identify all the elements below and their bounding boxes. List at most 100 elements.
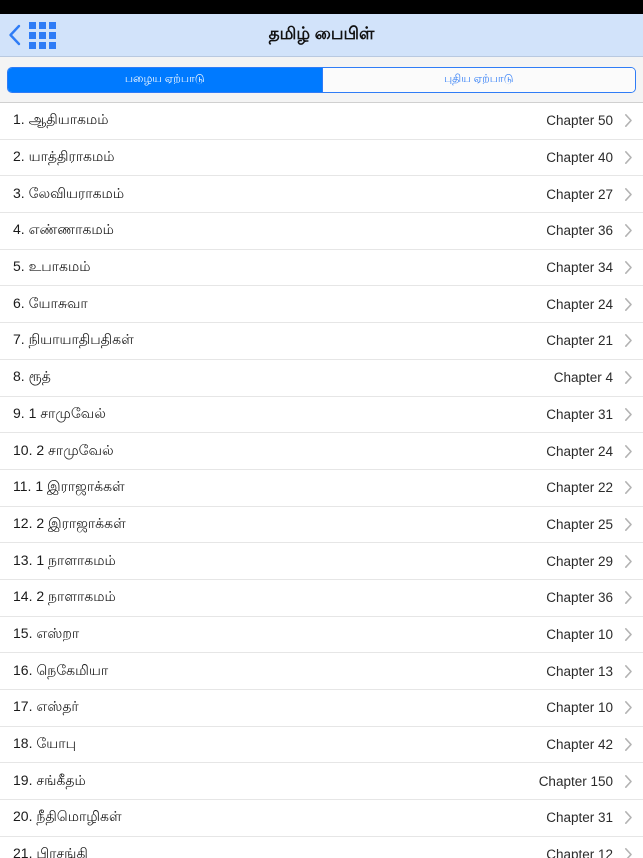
nav-left-controls xyxy=(0,14,56,56)
book-name: 13. 1 நாளாகமம் xyxy=(13,551,116,568)
book-row[interactable]: 4. எண்ணாகமம் Chapter 36 xyxy=(0,213,643,250)
chevron-right-icon xyxy=(624,811,632,825)
book-name: 18. யோபு xyxy=(13,735,77,752)
book-row[interactable]: 20. நீதிமொழிகள் Chapter 31 xyxy=(0,800,643,837)
book-row[interactable]: 21. பிரசங்கி Chapter 12 xyxy=(0,836,643,858)
chapter-count: Chapter 24 xyxy=(546,296,613,312)
book-name: 10. 2 சாமுவேல் xyxy=(13,441,114,458)
chapter-count: Chapter 10 xyxy=(546,700,613,716)
book-name: 9. 1 சாமுவேல் xyxy=(13,404,106,421)
chapter-count: Chapter 12 xyxy=(546,847,613,858)
book-name: 1. ஆதியாகமம் xyxy=(13,111,109,128)
book-name: 19. சங்கீதம் xyxy=(13,771,86,788)
chapter-count: Chapter 10 xyxy=(546,626,613,642)
book-row[interactable]: 7. நியாயாதிபதிகள் Chapter 21 xyxy=(0,323,643,360)
chapter-count: Chapter 13 xyxy=(546,663,613,679)
book-name: 6. யோசுவா xyxy=(13,294,88,311)
chapter-count: Chapter 50 xyxy=(546,113,613,129)
book-name: 20. நீதிமொழிகள் xyxy=(13,808,122,825)
status-bar xyxy=(0,0,643,14)
chevron-right-icon xyxy=(624,664,632,678)
chevron-right-icon xyxy=(624,627,632,641)
chevron-right-icon xyxy=(624,371,632,385)
book-row[interactable]: 5. உபாகமம் Chapter 34 xyxy=(0,249,643,287)
book-row[interactable]: 6. யோசுவா Chapter 24 xyxy=(0,286,643,324)
book-row[interactable]: 19. சங்கீதம் Chapter 150 xyxy=(0,763,643,801)
chevron-right-icon xyxy=(624,224,632,238)
chapter-count: Chapter 24 xyxy=(546,443,613,459)
book-name: 7. நியாயாதிபதிகள் xyxy=(13,331,134,348)
chapter-count: Chapter 27 xyxy=(546,186,613,202)
chapter-count: Chapter 150 xyxy=(538,773,613,789)
grid-cell xyxy=(29,21,36,29)
chapter-count: Chapter 34 xyxy=(546,260,613,276)
navigation-bar: தமிழ் பைபிள் xyxy=(0,14,643,57)
book-name: 2. யாத்திராகமம் xyxy=(13,148,115,165)
testament-toolbar: பழைய ஏற்பாடு புதிய ஏற்பாடு xyxy=(0,57,643,103)
book-name: 3. லேவியராகமம் xyxy=(13,184,125,201)
book-row[interactable]: 18. யோபு Chapter 42 xyxy=(0,726,643,764)
chevron-right-icon xyxy=(624,297,632,311)
book-list[interactable]: 1. ஆதியாகமம் Chapter 50 2. யாத்திராகமம் Cha… xyxy=(0,103,643,858)
chevron-right-icon xyxy=(624,407,632,421)
chevron-right-icon xyxy=(624,444,632,458)
segment-testament-1[interactable]: புதிய ஏற்பாடு xyxy=(321,67,635,92)
book-row[interactable]: 9. 1 சாமுவேல் Chapter 31 xyxy=(0,396,643,434)
book-name: 21. பிரசங்கி xyxy=(13,845,88,858)
chevron-right-icon xyxy=(624,151,632,165)
book-row[interactable]: 8. ரூத் Chapter 4 xyxy=(0,359,643,397)
chevron-right-icon xyxy=(624,261,632,275)
chapter-count: Chapter 21 xyxy=(546,333,613,349)
book-name: 12. 2 இராஜாக்கள் xyxy=(13,514,126,531)
chapter-count: Chapter 40 xyxy=(546,150,613,166)
book-row[interactable]: 11. 1 இராஜாக்கள் Chapter 22 xyxy=(0,469,643,507)
grid-cell xyxy=(49,31,56,39)
chapter-count: Chapter 31 xyxy=(546,810,613,826)
grid-cell xyxy=(29,31,36,39)
book-row[interactable]: 2. யாத்திராகமம் Chapter 40 xyxy=(0,139,643,177)
grid-cell xyxy=(39,21,46,29)
segment-testament-0[interactable]: பழைய ஏற்பாடு xyxy=(8,67,322,92)
chevron-right-icon xyxy=(624,738,632,752)
app-root: தமிழ் பைபிள் பழைய ஏற்பாடு புதிய ஏற்பாடு 1… xyxy=(0,0,643,858)
testament-segmented-control[interactable]: பழைய ஏற்பாடு புதிய ஏற்பாடு xyxy=(7,66,636,93)
page-title: தமிழ் பைபிள் xyxy=(268,24,375,43)
chapter-count: Chapter 31 xyxy=(546,406,613,422)
chapter-count: Chapter 22 xyxy=(546,480,613,496)
book-name: 11. 1 இராஜாக்கள் xyxy=(13,478,125,495)
book-row[interactable]: 15. எஸ்றா Chapter 10 xyxy=(0,616,643,654)
chevron-right-icon xyxy=(624,701,632,715)
grid-cell xyxy=(49,21,56,29)
grid-cell xyxy=(49,41,56,49)
chapter-count: Chapter 36 xyxy=(546,223,613,239)
chevron-right-icon xyxy=(624,848,632,858)
book-name: 14. 2 நாளாகமம் xyxy=(13,588,116,605)
chevron-right-icon xyxy=(624,554,632,568)
book-name: 15. எஸ்றா xyxy=(13,624,80,641)
chapter-count: Chapter 36 xyxy=(546,590,613,606)
book-name: 4. எண்ணாகமம் xyxy=(13,221,114,238)
back-chevron-icon[interactable] xyxy=(7,23,22,47)
grid-cell xyxy=(39,41,46,49)
chapter-count: Chapter 29 xyxy=(546,553,613,569)
book-row[interactable]: 10. 2 சாமுவேல் Chapter 24 xyxy=(0,433,643,470)
chevron-right-icon xyxy=(624,187,632,201)
book-name: 17. எஸ்தர் xyxy=(13,698,79,715)
chevron-right-icon xyxy=(624,517,632,531)
grid-cell xyxy=(39,31,46,39)
book-row[interactable]: 1. ஆதியாகமம் Chapter 50 xyxy=(0,103,643,140)
book-row[interactable]: 17. எஸ்தர் Chapter 10 xyxy=(0,690,643,727)
book-row[interactable]: 13. 1 நாளாகமம் Chapter 29 xyxy=(0,543,643,580)
book-name: 5. உபாகமம் xyxy=(13,258,91,275)
chevron-right-icon xyxy=(624,334,632,348)
book-row[interactable]: 3. லேவியராகமம் Chapter 27 xyxy=(0,176,643,214)
book-row[interactable]: 12. 2 இராஜாக்கள் Chapter 25 xyxy=(0,506,643,544)
chevron-right-icon xyxy=(624,114,632,128)
book-row[interactable]: 14. 2 நாளாகமம் Chapter 36 xyxy=(0,579,643,617)
book-name: 16. நெகேமியா xyxy=(13,661,109,678)
chevron-right-icon xyxy=(624,774,632,788)
book-row[interactable]: 16. நெகேமியா Chapter 13 xyxy=(0,653,643,690)
grid-menu-icon[interactable] xyxy=(29,21,56,49)
grid-cell xyxy=(29,41,36,49)
book-name: 8. ரூத் xyxy=(13,368,51,385)
